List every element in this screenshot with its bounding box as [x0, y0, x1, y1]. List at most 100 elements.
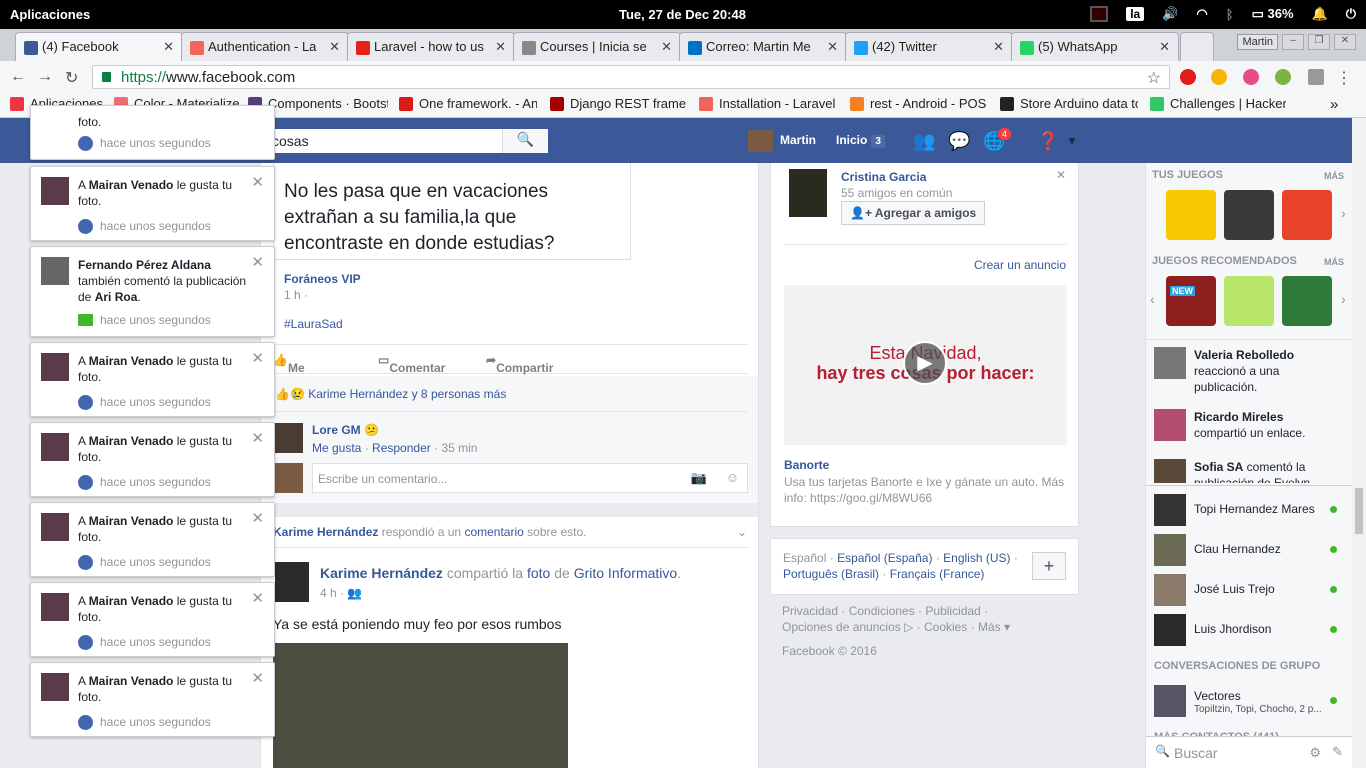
chat-contact[interactable]: Clau Hernandez [1154, 534, 1344, 566]
volume-icon[interactable]: 🔊 [1162, 6, 1178, 22]
quick-help-icon[interactable]: ❓ [1037, 131, 1059, 152]
tab-courses[interactable]: Courses | Inicia se ✕ [513, 32, 681, 61]
post-photo[interactable] [273, 643, 568, 768]
footer-line-1[interactable]: Privacidad · Condiciones · Publicidad · [782, 603, 1072, 619]
add-friend-button[interactable]: 👤+ Agregar a amigos [841, 201, 986, 225]
commenter-avatar[interactable] [273, 423, 303, 453]
bookmark-star-icon[interactable]: ☆ [1147, 68, 1161, 88]
notification-toast[interactable]: A Mairan Venado le gusta tu foto. ✕ hace… [30, 166, 275, 241]
close-notification-icon[interactable]: ✕ [251, 173, 264, 191]
profile-link[interactable]: Martin [780, 133, 816, 147]
notification-toast[interactable]: Fernando Pérez Aldana también comentó la… [30, 246, 275, 337]
forward-arrow-icon[interactable]: → [37, 68, 53, 86]
close-tab-icon[interactable]: ✕ [163, 39, 174, 55]
ticker-item[interactable]: Valeria Rebolledo reaccionó a una public… [1194, 347, 1339, 395]
post-page-link[interactable]: Foráneos VIP [284, 272, 361, 286]
extension-icon[interactable] [1308, 69, 1324, 85]
chat-contact[interactable]: Luis Jhordison [1154, 614, 1344, 646]
heart-extension-icon[interactable] [1243, 69, 1259, 85]
mutual-friends[interactable]: 55 amigos en común [841, 186, 952, 200]
share-button[interactable]: ➦ Compartir [486, 353, 553, 375]
reactions-summary[interactable]: 👍😢 Karime Hernández y 8 personas más [275, 387, 506, 401]
profile-avatar[interactable] [748, 130, 773, 152]
menu-dots-icon[interactable]: ⋮ [1336, 68, 1352, 88]
ticker-item[interactable]: Sofia SA comentó la publicación de Evely… [1194, 459, 1339, 483]
lang-en-us[interactable]: English (US) [943, 551, 1010, 565]
new-message-icon[interactable]: ✎ [1332, 744, 1343, 760]
lang-es-es[interactable]: Español (España) [837, 551, 932, 565]
notification-toast[interactable]: A Mairan Venado le gusta tu foto. ✕ hace… [30, 342, 275, 417]
tab-laravel-youtube[interactable]: Laravel - how to us ✕ [347, 32, 515, 61]
screen-record-icon[interactable] [1090, 6, 1109, 22]
lang-pt-br[interactable]: Português (Brasil) [783, 567, 879, 581]
tab-facebook[interactable]: (4) Facebook ✕ [15, 32, 183, 61]
post-time[interactable]: 1 h · [284, 288, 308, 302]
commenter-name[interactable]: Lore GM 😕 [312, 423, 379, 437]
os-clock[interactable]: Tue, 27 de Dec 20:48 [619, 7, 746, 22]
friend-requests-icon[interactable]: 👥 [913, 131, 935, 152]
tab-authentication[interactable]: Authentication - La ✕ [181, 32, 349, 61]
source-page-link[interactable]: Grito Informativo [574, 565, 677, 581]
os-apps-menu[interactable]: Aplicaciones [10, 7, 90, 22]
search-icon[interactable]: 🔍 [502, 129, 548, 153]
create-ad-link[interactable]: Crear un anuncio [974, 258, 1066, 272]
profile-user-button[interactable]: Martin [1237, 34, 1278, 50]
close-tab-icon[interactable]: ✕ [827, 39, 838, 55]
tab-outlook-mail[interactable]: Correo: Martin Me ✕ [679, 32, 847, 61]
ad-video[interactable]: Esta Navidad, hay tres cosas por hacer: … [784, 285, 1067, 445]
close-notification-icon[interactable]: ✕ [251, 509, 264, 527]
post-hashtag-link[interactable]: #LauraSad [284, 317, 343, 331]
chat-search-input[interactable]: 🔍 Buscar ⚙ ✎ [1146, 736, 1353, 768]
notification-toast[interactable]: A Mairan Venado le gusta tu foto. ✕ hace… [30, 582, 275, 657]
page-scrollbar[interactable] [1352, 118, 1366, 768]
play-icon[interactable]: ▶ [903, 341, 947, 385]
wifi-icon[interactable]: ◠ [1196, 6, 1207, 22]
comment-button[interactable]: ▭ Comentar [378, 353, 445, 375]
suggestion-avatar[interactable] [789, 169, 827, 217]
photo-link[interactable]: foto [527, 565, 550, 581]
notification-toast[interactable]: A Mairan Venado le gusta tu foto. ✕ hace… [30, 422, 275, 497]
chat-settings-gear-icon[interactable]: ⚙ [1309, 745, 1321, 761]
notification-toast[interactable]: A Mairan Venado le gusta tu foto. ✕ hace… [30, 662, 275, 737]
game-tile[interactable] [1166, 190, 1216, 240]
notification-toast[interactable]: A Mairan Venado le gusta tu foto. ✕ hace… [30, 502, 275, 577]
more-languages-button[interactable]: + [1032, 552, 1066, 580]
prev-games-chevron-icon[interactable]: ‹ [1150, 291, 1155, 307]
ticker-item[interactable]: Ricardo Mireles compartió un enlace. [1194, 409, 1339, 441]
post-options-chevron-icon[interactable]: ⌄ [737, 525, 747, 539]
game-tile[interactable] [1282, 276, 1332, 326]
ticker-avatar[interactable] [1154, 409, 1186, 441]
color-extension-icon[interactable] [1275, 69, 1291, 85]
close-tab-icon[interactable]: ✕ [495, 39, 506, 55]
dismiss-suggestion-icon[interactable]: ✕ [1056, 168, 1066, 182]
ad-title[interactable]: Banorte [784, 458, 829, 472]
close-tab-icon[interactable]: ✕ [329, 39, 340, 55]
bookmark-hackerrank[interactable]: Challenges | Hacker [1150, 96, 1286, 111]
close-notification-icon[interactable]: ✕ [251, 253, 264, 271]
close-tab-icon[interactable]: ✕ [661, 39, 672, 55]
bookmark-angular[interactable]: One framework. - An [399, 96, 537, 111]
your-games-more-link[interactable]: MÁS [1324, 171, 1344, 181]
scrollbar-thumb[interactable] [1355, 488, 1363, 534]
back-arrow-icon[interactable]: ← [10, 68, 26, 86]
close-tab-icon[interactable]: ✕ [993, 39, 1004, 55]
game-tile[interactable]: NEW [1166, 276, 1216, 326]
ticker-avatar[interactable] [1154, 347, 1186, 379]
minimize-icon[interactable]: – [1282, 34, 1304, 50]
bookmark-laravel-install[interactable]: Installation - Laravel [699, 96, 836, 111]
context-comment-link[interactable]: comentario [464, 525, 523, 539]
maximize-icon[interactable]: ❐ [1308, 34, 1330, 50]
tab-whatsapp[interactable]: (5) WhatsApp ✕ [1011, 32, 1179, 61]
game-tile[interactable] [1224, 190, 1274, 240]
notifications-bell-icon[interactable]: 🔔 [1312, 6, 1328, 22]
like-button[interactable]: 👍 Me gusta [273, 353, 320, 389]
reload-icon[interactable]: ↻ [65, 68, 78, 88]
comment-reply-link[interactable]: Responder [372, 441, 431, 455]
post-time[interactable]: 4 h · 👥 [320, 586, 362, 600]
close-tab-icon[interactable]: ✕ [1159, 39, 1170, 55]
notification-toast[interactable]: foto. hace unos segundos [30, 105, 275, 160]
post-author-link[interactable]: Karime Hernández [320, 565, 443, 581]
camera-icon[interactable]: 📷 [691, 470, 707, 486]
home-link[interactable]: Inicio 3 [836, 133, 885, 148]
ad-choices-link[interactable]: Opciones de anuncios [782, 620, 901, 634]
